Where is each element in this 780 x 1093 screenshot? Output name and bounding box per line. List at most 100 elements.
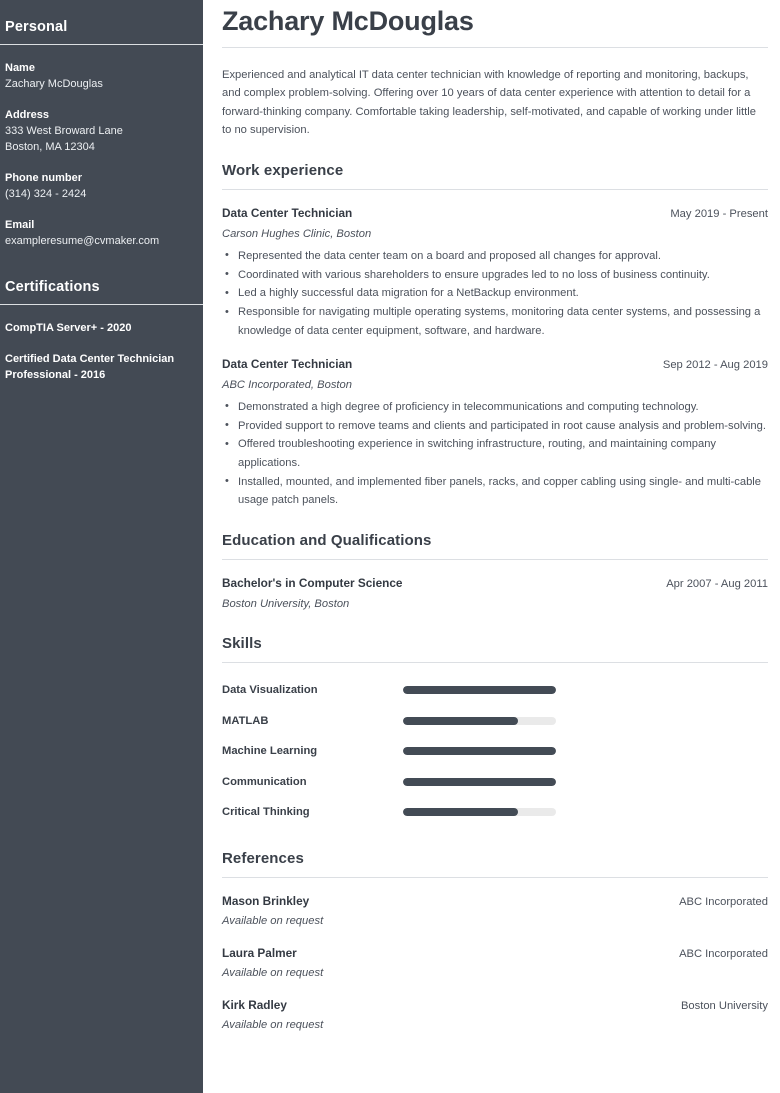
resume-page: Personal Name Zachary McDouglas Address 333… (0, 0, 780, 1093)
skill-list: Data Visualization MATLAB Machine Learning… (222, 663, 768, 828)
reference-name: Laura Palmer (222, 945, 297, 960)
sidebar-divider-certifications (0, 304, 203, 305)
section-heading-work-experience: Work experience (222, 161, 344, 179)
skill-bar-fill (403, 747, 556, 756)
entry-bullet-list: Represented the data center team on a bo… (222, 246, 768, 341)
entry-subtitle: ABC Incorporated, Boston (222, 378, 352, 391)
reference-header: Mason Brinkley ABC Incorporated (222, 893, 768, 910)
section-skills: Skills Data Visualization MATLAB Machine L… (222, 613, 768, 828)
skill-bar-track (403, 747, 556, 756)
entry-bullet: Demonstrated a high degree of proficienc… (225, 397, 768, 416)
skill-name: MATLAB (222, 714, 269, 727)
experience-entry: Data Center Technician May 2019 - Present… (222, 190, 768, 341)
section-heading-references: References (222, 849, 304, 867)
entry-header: Bachelor's in Computer Science Apr 2007 -… (222, 575, 768, 592)
sidebar-field-value: 333 West Broward Lane (5, 125, 123, 137)
reference-entry: Laura Palmer ABC Incorporated Available on… (222, 930, 768, 982)
work-entry-list: Data Center Technician May 2019 - Present… (222, 190, 768, 510)
entry-title: Data Center Technician (222, 356, 353, 371)
skill-bar-fill (403, 716, 518, 725)
sidebar-field-label: Name (5, 62, 35, 74)
reference-note: Available on request (222, 914, 324, 927)
reference-organization: Boston University (680, 999, 768, 1012)
entry-bullet: Coordinated with various shareholders to… (225, 265, 768, 284)
reference-note: Available on request (222, 1018, 324, 1031)
reference-header: Laura Palmer ABC Incorporated (222, 945, 768, 962)
sidebar-field-value: Zachary McDouglas (5, 78, 103, 90)
entry-bullet: Led a highly successful data migration f… (225, 284, 768, 303)
skill-bar-fill (403, 686, 556, 695)
experience-entry: Data Center Technician Sep 2012 - Aug 201… (222, 341, 768, 510)
skill-bar-track (403, 716, 556, 725)
skill-row: Machine Learning (222, 736, 768, 767)
skill-bar-fill (403, 808, 518, 817)
entry-date: Sep 2012 - Aug 2019 (662, 358, 768, 371)
skill-row: Critical Thinking (222, 797, 768, 828)
section-education: Education and Qualifications Bachelor's … (222, 510, 768, 613)
sidebar-field: Email exampleresume@cvmaker.com (5, 217, 203, 249)
entry-title: Data Center Technician (222, 205, 353, 220)
skill-bar-track (403, 777, 556, 786)
reference-organization: ABC Incorporated (679, 947, 768, 960)
sidebar-field-value: Boston, MA 12304 (5, 141, 95, 153)
reference-name: Mason Brinkley (222, 893, 310, 908)
skill-bar-fill (403, 777, 556, 786)
experience-entry: Bachelor's in Computer Science Apr 2007 -… (222, 560, 768, 613)
reference-entry: Kirk Radley Boston University Available on… (222, 982, 768, 1034)
certification-item: Certified Data Center Technician Profess… (5, 353, 175, 381)
skill-bar-track (403, 808, 556, 817)
entry-bullet-list: Demonstrated a high degree of proficienc… (222, 397, 768, 510)
certification-list: CompTIA Server+ - 2020 Certified Data Cen… (5, 320, 203, 383)
skill-name: Machine Learning (222, 745, 318, 758)
skill-row: Data Visualization (222, 675, 768, 706)
skill-name: Communication (222, 775, 307, 788)
reference-list: Mason Brinkley ABC Incorporated Available … (222, 878, 768, 1034)
skill-name: Critical Thinking (222, 806, 310, 819)
reference-name: Kirk Radley (222, 997, 287, 1012)
entry-bullet: Responsible for navigating multiple oper… (225, 303, 768, 340)
sidebar-field: Name Zachary McDouglas (5, 60, 203, 92)
sidebar-field-value: exampleresume@cvmaker.com (5, 235, 160, 247)
professional-summary: Experienced and analytical IT data cente… (222, 69, 756, 137)
sidebar-section-personal: Personal Name Zachary McDouglas Address 333… (0, 0, 203, 249)
section-work-experience: Work experience Data Center Technician Ma… (222, 140, 768, 510)
certification-item: CompTIA Server+ - 2020 (5, 322, 132, 334)
section-references: References Mason Brinkley ABC Incorporate… (222, 828, 768, 1034)
entry-date: May 2019 - Present (670, 207, 768, 220)
reference-note: Available on request (222, 966, 324, 979)
entry-bullet: Installed, mounted, and implemented fibe… (225, 472, 768, 510)
sidebar-field-label: Email (5, 219, 35, 231)
skill-bar-track (403, 686, 556, 695)
section-heading-education: Education and Qualifications (222, 532, 432, 550)
education-entry-list: Bachelor's in Computer Science Apr 2007 -… (222, 560, 768, 613)
section-heading-skills: Skills (222, 635, 262, 653)
reference-entry: Mason Brinkley ABC Incorporated Available … (222, 878, 768, 930)
sidebar-personal-fields: Name Zachary McDouglas Address 333 West Bro… (5, 60, 203, 249)
entry-bullet: Offered troubleshooting experience in sw… (225, 435, 768, 472)
sidebar-field-label: Address (5, 109, 50, 121)
sidebar-field: Phone number (314) 324 - 2424 (5, 170, 203, 202)
skill-row: Communication (222, 767, 768, 798)
entry-header: Data Center Technician May 2019 - Present (222, 205, 768, 222)
reference-organization: ABC Incorporated (679, 895, 768, 908)
sidebar-heading-personal: Personal (5, 19, 68, 35)
page-title: Zachary McDouglas (222, 6, 474, 36)
skill-name: Data Visualization (222, 684, 318, 697)
sidebar-section-certifications: Certifications CompTIA Server+ - 2020 Cer… (0, 249, 203, 383)
sidebar-divider-personal (0, 44, 203, 45)
resume-main: Zachary McDouglas Experienced and analyt… (203, 0, 780, 1093)
sidebar-field: Address 333 West Broward Lane Boston, MA 1… (5, 107, 203, 155)
skill-row: MATLAB (222, 706, 768, 737)
sidebar-heading-certifications: Certifications (5, 279, 100, 295)
entry-title: Bachelor's in Computer Science (222, 576, 403, 591)
entry-bullet: Represented the data center team on a bo… (225, 246, 768, 265)
sidebar: Personal Name Zachary McDouglas Address 333… (0, 0, 203, 1093)
reference-header: Kirk Radley Boston University (222, 997, 768, 1014)
entry-bullet: Provided support to remove teams and cli… (225, 416, 768, 435)
sidebar-field-value: (314) 324 - 2424 (5, 188, 87, 200)
sidebar-field-label: Phone number (5, 172, 83, 184)
entry-subtitle: Carson Hughes Clinic, Boston (222, 227, 372, 240)
entry-header: Data Center Technician Sep 2012 - Aug 201… (222, 356, 768, 373)
entry-subtitle: Boston University, Boston (222, 598, 350, 611)
entry-date: Apr 2007 - Aug 2011 (666, 578, 768, 591)
